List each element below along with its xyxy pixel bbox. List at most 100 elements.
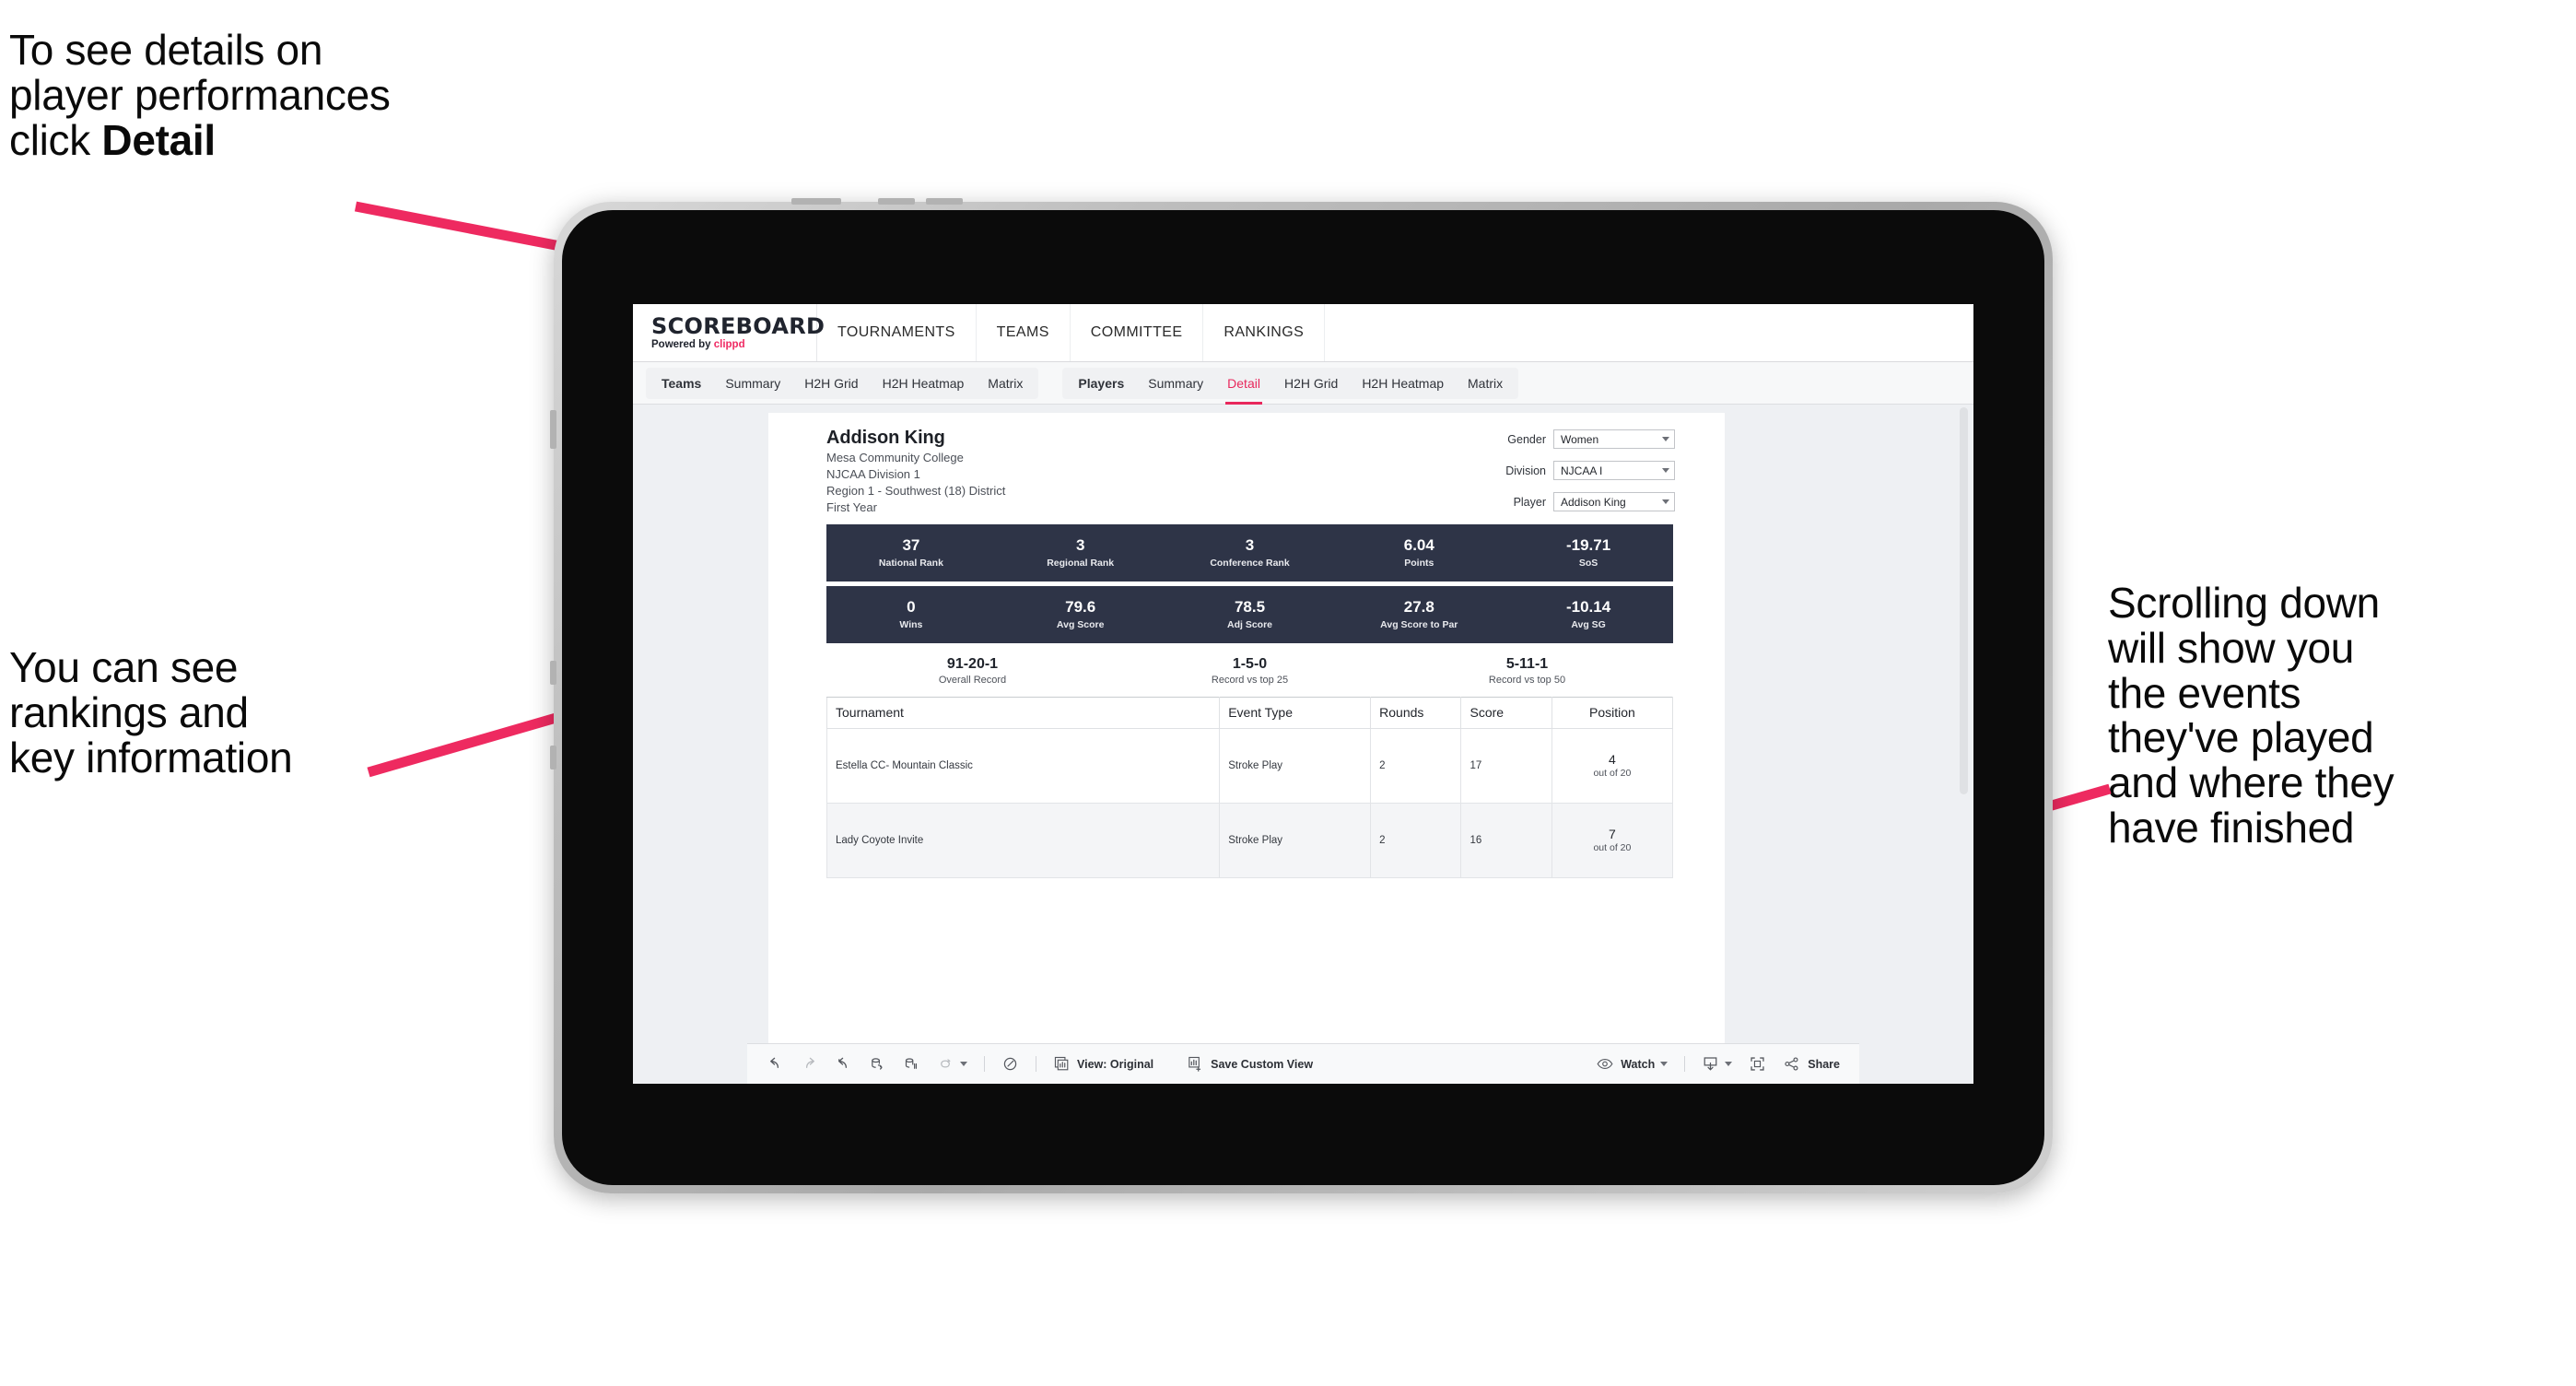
- loop-button[interactable]: [929, 1051, 976, 1078]
- tab-group-teams: Teams Summary H2H Grid H2H Heatmap Matri…: [646, 367, 1039, 399]
- tablet-volume-up-button[interactable]: [878, 198, 915, 205]
- redo-button[interactable]: [792, 1051, 826, 1078]
- dashboard-sheet: Addison King Mesa Community College NJCA…: [768, 413, 1725, 1043]
- save-custom-view-label: Save Custom View: [1211, 1057, 1314, 1071]
- stat-avg-sg: -10.14 Avg SG: [1504, 586, 1673, 643]
- tab-teams[interactable]: Teams: [650, 368, 713, 399]
- filter-row-gender: Gender Women: [1480, 429, 1675, 449]
- col-header-position[interactable]: Position: [1551, 696, 1674, 729]
- col-header-tournament[interactable]: Tournament: [825, 696, 1221, 729]
- record-overall: 91-20-1 Overall Record: [834, 656, 1111, 686]
- filter-value-gender: Women: [1561, 432, 1599, 446]
- pause-auto-updates-button[interactable]: [993, 1051, 1027, 1078]
- canvas-vertical-scrollbar[interactable]: [1960, 407, 1968, 794]
- brand-title: SCOREBOARD: [651, 312, 825, 339]
- tab-players-h2h-grid[interactable]: H2H Grid: [1272, 368, 1350, 399]
- stats-bar-scoring: 0 Wins 79.6 Avg Score 78.5 Adj Score 27.…: [826, 585, 1673, 643]
- filter-row-division: Division NJCAA I: [1480, 461, 1675, 480]
- tab-teams-h2h-grid[interactable]: H2H Grid: [792, 368, 870, 399]
- stat-value: 37: [902, 536, 920, 555]
- tab-teams-summary[interactable]: Summary: [713, 368, 792, 399]
- refresh-data-button[interactable]: [861, 1051, 895, 1078]
- tablet-volume-down-button[interactable]: [926, 198, 963, 205]
- record-label: Overall Record: [938, 674, 1007, 686]
- stat-label: Avg SG: [1571, 618, 1606, 630]
- tab-teams-h2h-heatmap[interactable]: H2H Heatmap: [871, 368, 977, 399]
- cell-position: 4 out of 20: [1551, 727, 1674, 804]
- stat-value: -10.14: [1565, 598, 1611, 617]
- save-custom-view-button[interactable]: Save Custom View: [1178, 1051, 1321, 1078]
- cell-position: 7 out of 20: [1551, 802, 1674, 878]
- brand-logo[interactable]: SCOREBOARD Powered by clippd: [633, 304, 825, 361]
- position-value: 7: [1609, 827, 1616, 842]
- records-row: 91-20-1 Overall Record 1-5-0 Record vs t…: [826, 656, 1673, 697]
- table-header-row: Tournament Event Type Rounds Score Posit…: [825, 696, 1674, 729]
- filter-select-gender[interactable]: Women: [1553, 429, 1675, 449]
- tab-teams-matrix[interactable]: Matrix: [976, 368, 1035, 399]
- chevron-down-icon: [1660, 1062, 1669, 1066]
- workbook-toolbar: View: Original Save Custom View Watch Sh…: [747, 1043, 1859, 1084]
- stat-value: 3: [1245, 536, 1255, 555]
- player-identity-block: Addison King Mesa Community College NJCA…: [826, 428, 1675, 516]
- tab-players-detail[interactable]: Detail: [1215, 368, 1272, 405]
- col-header-rounds[interactable]: Rounds: [1370, 696, 1462, 729]
- fullscreen-button[interactable]: [1740, 1051, 1774, 1078]
- filter-panel: Gender Women Division NJCAA I Player Add…: [1480, 429, 1675, 523]
- filter-select-division[interactable]: NJCAA I: [1553, 461, 1675, 480]
- chevron-down-icon: [1662, 468, 1669, 473]
- chevron-down-icon: [960, 1062, 967, 1066]
- chevron-down-icon: [1662, 437, 1669, 441]
- table-row[interactable]: Estella CC- Mountain Classic Stroke Play…: [825, 727, 1674, 804]
- filter-value-division: NJCAA I: [1561, 464, 1603, 477]
- watch-button[interactable]: Watch: [1587, 1051, 1676, 1078]
- stat-adj-score: 78.5 Adj Score: [1165, 586, 1335, 643]
- filter-value-player: Addison King: [1561, 495, 1626, 509]
- tab-players-matrix[interactable]: Matrix: [1456, 368, 1515, 399]
- revert-button[interactable]: [826, 1051, 861, 1078]
- download-button[interactable]: [1693, 1051, 1740, 1078]
- tablet-power-button[interactable]: [791, 198, 841, 205]
- record-label: Record vs top 50: [1488, 674, 1566, 686]
- position-value: 4: [1609, 752, 1616, 768]
- tab-players-h2h-heatmap[interactable]: H2H Heatmap: [1350, 368, 1456, 399]
- nav-item-tournaments[interactable]: TOURNAMENTS: [817, 304, 977, 361]
- annotation-click-detail-bold: Detail: [101, 115, 216, 164]
- brand-subtitle: Powered by clippd: [651, 338, 816, 351]
- annotation-rankings-info: You can see rankings and key information: [9, 643, 293, 781]
- position-sub: out of 20: [1593, 768, 1632, 780]
- col-header-event-type[interactable]: Event Type: [1219, 696, 1372, 729]
- tournament-table-body: Estella CC- Mountain Classic Stroke Play…: [825, 727, 1674, 878]
- cell-event-type: Stroke Play: [1219, 802, 1372, 878]
- stat-value: 27.8: [1403, 598, 1434, 617]
- pause-data-button[interactable]: [895, 1051, 929, 1078]
- share-button[interactable]: Share: [1774, 1051, 1848, 1078]
- undo-button[interactable]: [758, 1051, 792, 1078]
- nav-item-rankings[interactable]: RANKINGS: [1203, 304, 1326, 361]
- dashboard-canvas: Addison King Mesa Community College NJCA…: [633, 405, 1973, 1043]
- stat-value: 6.04: [1403, 536, 1434, 555]
- view-original-button[interactable]: View: Original: [1045, 1051, 1162, 1078]
- tab-players-summary[interactable]: Summary: [1136, 368, 1215, 399]
- nav-item-teams[interactable]: TEAMS: [977, 304, 1071, 361]
- chevron-down-icon: [1725, 1062, 1733, 1066]
- stat-value: 3: [1075, 536, 1085, 555]
- app-viewport: SCOREBOARD Powered by clippd TOURNAMENTS…: [633, 304, 1973, 1084]
- record-vs-top-50: 5-11-1 Record vs top 50: [1388, 656, 1666, 686]
- record-value: 1-5-0: [1232, 655, 1268, 672]
- toolbar-divider: [984, 1056, 985, 1072]
- dashboard-sheet-inner: Addison King Mesa Community College NJCA…: [825, 428, 1675, 878]
- cell-score: 16: [1460, 802, 1552, 878]
- brand-clippd: clippd: [713, 338, 745, 350]
- top-nav: TOURNAMENTS TEAMS COMMITTEE RANKINGS: [817, 304, 1326, 361]
- table-row[interactable]: Lady Coyote Invite Stroke Play 2 16 7 ou…: [825, 802, 1674, 878]
- position-sub: out of 20: [1593, 842, 1632, 854]
- filter-label-division: Division: [1505, 464, 1546, 477]
- filter-select-player[interactable]: Addison King: [1553, 492, 1675, 511]
- tablet-left-port-3: [550, 746, 556, 769]
- tab-players[interactable]: Players: [1066, 368, 1136, 399]
- stat-label: Avg Score to Par: [1380, 618, 1458, 630]
- filter-label-gender: Gender: [1507, 432, 1546, 446]
- col-header-score[interactable]: Score: [1460, 696, 1552, 729]
- nav-item-committee[interactable]: COMMITTEE: [1071, 304, 1204, 361]
- stats-bar-rankings: 37 National Rank 3 Regional Rank 3 Confe…: [826, 523, 1673, 581]
